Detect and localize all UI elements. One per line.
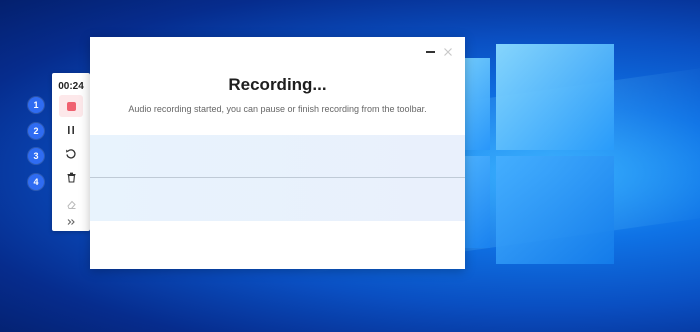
step-badge-2: 2 (28, 123, 44, 139)
recording-toolbar: 00:24 (52, 73, 90, 231)
pause-icon (68, 126, 74, 134)
step-badge-3: 3 (28, 148, 44, 164)
trash-icon (67, 172, 75, 183)
close-button[interactable] (442, 45, 454, 57)
expand-button[interactable] (59, 211, 83, 233)
restart-button[interactable] (59, 143, 83, 165)
step-badge-4: 4 (28, 174, 44, 190)
double-chevron-right-icon (67, 219, 75, 225)
stop-icon (66, 101, 76, 111)
pause-button[interactable] (59, 119, 83, 141)
recording-dialog: Recording... Audio recording started, yo… (90, 37, 465, 269)
minimize-button[interactable] (424, 45, 436, 57)
stop-button[interactable] (59, 95, 83, 117)
waveform-area (90, 135, 465, 221)
recording-timer: 00:24 (58, 81, 84, 92)
close-icon (444, 48, 452, 56)
windows-logo-pane (496, 156, 614, 264)
step-badge-1: 1 (28, 97, 44, 113)
dialog-message: Audio recording started, you can pause o… (128, 104, 427, 114)
windows-logo-pane (496, 44, 614, 150)
dialog-title: Recording... (228, 75, 327, 94)
eraser-icon (66, 200, 76, 209)
delete-button[interactable] (59, 166, 83, 188)
restart-icon (66, 149, 76, 159)
waveform-baseline (90, 177, 465, 178)
